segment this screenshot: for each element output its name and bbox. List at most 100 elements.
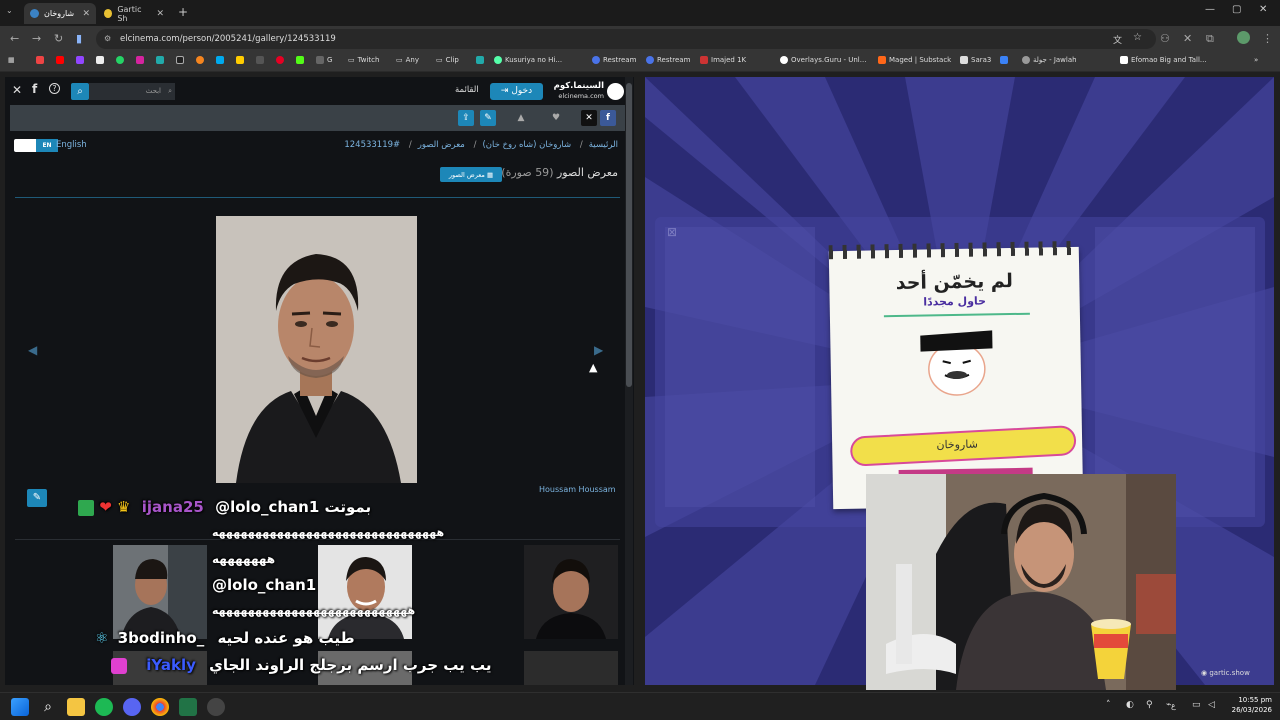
breadcrumb-gallery[interactable]: معرض الصور	[418, 140, 465, 150]
side-panel-icon[interactable]: ▮	[76, 32, 82, 45]
bookmark-item[interactable]: Efomao Big and Tall...	[1120, 56, 1207, 64]
new-tab-button[interactable]: +	[178, 5, 188, 19]
bookmark-item[interactable]: Overlays.Guru - Unl...	[780, 56, 866, 64]
tab-list-button[interactable]: ⌄	[6, 6, 18, 18]
youtube-icon[interactable]	[56, 56, 64, 64]
instagram-icon[interactable]	[136, 56, 144, 64]
gallery-photo[interactable]	[216, 216, 417, 483]
site-logo[interactable]: السينما.كوم elcinema.com	[548, 81, 626, 103]
chrome-icon[interactable]	[151, 698, 169, 716]
close-window-icon[interactable]: ✕	[1259, 4, 1267, 15]
bookmark-folder[interactable]: ▭ Clip	[436, 56, 459, 64]
bookmark-star-icon[interactable]: ☆	[1133, 32, 1142, 43]
edit-button[interactable]: ✎	[480, 110, 496, 126]
search-button[interactable]: ⌕	[71, 83, 89, 100]
tray-icon[interactable]: ◐	[1126, 700, 1134, 710]
bookmark-item[interactable]: Imajed 1K	[700, 56, 746, 64]
more-bookmarks-icon[interactable]: »	[1254, 56, 1258, 64]
start-button[interactable]	[11, 698, 29, 716]
tiktok-icon[interactable]	[96, 56, 104, 64]
whatsapp-icon[interactable]	[116, 56, 124, 64]
bookmark-item[interactable]: Maged | Substack	[878, 56, 951, 64]
bookmark-icon[interactable]: G	[316, 56, 332, 64]
gallery-thumbnail[interactable]	[524, 545, 618, 639]
forward-icon[interactable]: →	[32, 32, 41, 45]
bookmark-item[interactable]: Kusuriya no Hi...	[494, 56, 562, 64]
bookmark-item[interactable]	[1000, 56, 1008, 64]
bookmark-icon[interactable]	[196, 56, 204, 64]
previous-image-arrow-icon[interactable]: ◀	[28, 343, 37, 357]
tray-chevron-icon[interactable]: ˄	[1106, 700, 1111, 710]
back-icon[interactable]: ←	[10, 32, 19, 45]
bookmark-folder[interactable]: ▭ Twitch	[348, 56, 379, 64]
discord-icon[interactable]	[123, 698, 141, 716]
breadcrumb-home[interactable]: الرئيسية	[589, 140, 618, 150]
bookmark-item[interactable]	[476, 56, 484, 64]
gallery-button[interactable]: معرض الصور ▦	[440, 167, 502, 182]
search-input[interactable]: ابحث ⌕	[89, 83, 175, 100]
gallery-thumbnail[interactable]	[113, 545, 207, 639]
apps-icon[interactable]: ▦	[8, 56, 15, 64]
bookmark-item[interactable]: Restream	[646, 56, 690, 64]
site-info-icon[interactable]: ⚙	[104, 34, 111, 43]
search-icon[interactable]: ⌕	[39, 698, 57, 716]
twitch-icon[interactable]	[76, 56, 84, 64]
bookmark-icon[interactable]	[236, 56, 244, 64]
clock[interactable]: 10:55 pm 26/03/2026	[1220, 695, 1272, 715]
heart-icon[interactable]: ♥	[548, 110, 564, 126]
maximize-icon[interactable]: ▢	[1232, 4, 1241, 15]
profile-avatar[interactable]	[1237, 31, 1250, 44]
file-explorer-icon[interactable]	[67, 698, 85, 716]
close-tab-icon[interactable]: ✕	[156, 9, 164, 19]
x-share-icon[interactable]: ✕	[581, 110, 597, 126]
close-tab-icon[interactable]: ✕	[82, 9, 90, 19]
bookmark-item[interactable]: جولة - Jawlah	[1022, 56, 1077, 64]
x-share-icon[interactable]: ✕	[12, 83, 22, 97]
network-icon[interactable]: ▭	[1192, 700, 1201, 710]
bookmark-icon[interactable]	[256, 56, 264, 64]
bookmark-icon[interactable]	[156, 56, 164, 64]
breadcrumb-person[interactable]: شاروخان (شاه روخ خان)	[482, 140, 571, 150]
scrollbar[interactable]	[625, 77, 633, 685]
browser-menu-icon[interactable]: ⋮	[1262, 32, 1273, 45]
language-toggle[interactable]: EN	[14, 139, 58, 152]
breadcrumb-id[interactable]: #124533119	[344, 140, 400, 150]
minimize-icon[interactable]: —	[1205, 4, 1215, 15]
menu-link[interactable]: القائمة	[455, 85, 479, 95]
upload-button[interactable]: ⇪	[458, 110, 474, 126]
uploader-link[interactable]: Houssam Houssam	[539, 485, 616, 494]
kick-icon[interactable]	[296, 56, 304, 64]
bookmark-icon[interactable]	[36, 56, 44, 64]
scrollbar-thumb[interactable]	[626, 83, 632, 387]
edit-photo-button[interactable]: ✎	[27, 489, 47, 507]
address-bar[interactable]: ⚙ elcinema.com/person/2005241/gallery/12…	[96, 29, 1156, 49]
next-image-arrow-icon[interactable]: ▶	[594, 343, 603, 357]
facebook-share-icon[interactable]: f	[600, 110, 616, 126]
help-icon[interactable]: ?	[49, 83, 60, 94]
extensions-puzzle-icon[interactable]: ⧉	[1206, 32, 1214, 46]
bookmark-item[interactable]: Sara3	[960, 56, 991, 64]
x-icon[interactable]	[176, 56, 184, 64]
bookmark-folder[interactable]: ▭ Any	[396, 56, 419, 64]
tray-icon[interactable]: ⚲	[1146, 700, 1153, 710]
excel-icon[interactable]	[179, 698, 197, 716]
bookmark-item[interactable]: Restream	[592, 56, 636, 64]
tab-elcinema[interactable]: شاروخان ✕	[24, 3, 96, 24]
obs-icon[interactable]	[207, 698, 225, 716]
tab-gartic[interactable]: Gartic Sh ✕	[98, 3, 170, 24]
extension-icon[interactable]: ✕	[1183, 32, 1192, 45]
volume-icon[interactable]: ◁	[1208, 700, 1215, 710]
spotify-icon[interactable]	[95, 698, 113, 716]
extension-icon[interactable]: ⚇	[1160, 32, 1170, 45]
language-label[interactable]: English	[56, 140, 87, 150]
bookmark-icon[interactable]	[216, 56, 224, 64]
keyboard-language[interactable]: ع	[1171, 701, 1176, 710]
gallery-thumbnail[interactable]	[524, 651, 618, 685]
facebook-icon[interactable]: f	[32, 82, 37, 96]
bell-icon[interactable]: ▲	[513, 110, 529, 126]
reload-icon[interactable]: ↻	[54, 32, 63, 45]
pinterest-icon[interactable]	[276, 56, 284, 64]
gallery-thumbnail[interactable]	[318, 545, 412, 639]
translate-icon[interactable]: 文	[1113, 33, 1122, 46]
login-button[interactable]: ⇥ دخول	[490, 83, 543, 100]
